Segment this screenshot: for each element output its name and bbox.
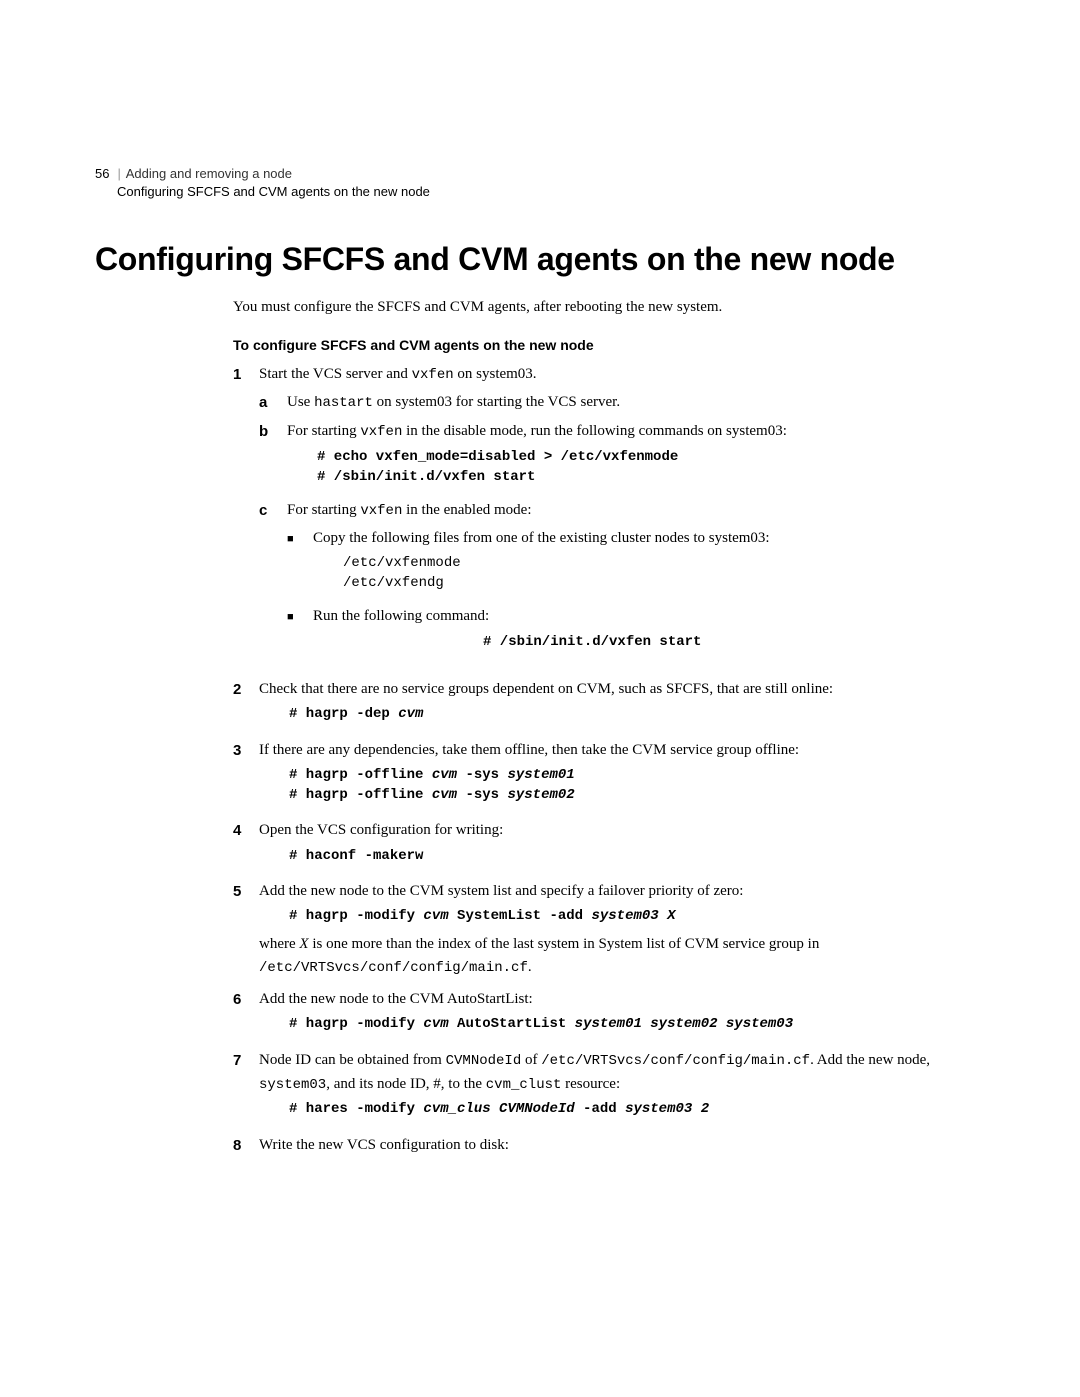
step-text: on system03. [454,366,537,382]
step-number: 7 [233,1049,259,1126]
step-text: resource: [561,1076,620,1092]
substep-text: Use [287,394,314,410]
bullet-icon: ■ [287,527,313,599]
inline-code: vxfen [360,424,402,440]
bullet-text: Copy the following files from one of the… [313,530,770,546]
bullet-item: ■ Copy the following files from one of t… [287,527,965,599]
inline-code: vxfen [412,367,454,383]
command-block: # haconf -makerw [289,847,965,867]
step-text: , and its node ID, #, to the [326,1076,486,1092]
intro-paragraph: You must configure the SFCFS and CVM age… [233,296,965,319]
command-block: # hares -modify cvm_clus CVMNodeId -add … [289,1100,965,1120]
step-text: Start the VCS server and [259,366,412,382]
step-text: Node ID can be obtained from [259,1052,446,1068]
step-6: 6 Add the new node to the CVM AutoStartL… [233,988,965,1041]
inline-path: /etc/VRTSvcs/conf/config/main.cf [541,1053,810,1069]
bullet-text: Run the following command: [313,608,489,624]
step-number: 8 [233,1134,259,1157]
command-block: # hagrp -modify cvm AutoStartList system… [289,1015,965,1035]
document-page: 56| Adding and removing a node Configuri… [0,0,1080,1245]
bullet-list: ■ Copy the following files from one of t… [287,527,965,658]
file-list: /etc/vxfenmode /etc/vxfendg [343,554,965,593]
step-text: of [521,1052,541,1068]
step-text: Add the new node to the CVM AutoStartLis… [259,991,533,1007]
step-text: If there are any dependencies, take them… [259,742,799,758]
step-text: Open the VCS configuration for writing: [259,822,503,838]
command-block: # hagrp -dep cvm [289,705,965,725]
step-text: . [528,959,532,975]
page-title: Configuring SFCFS and CVM agents on the … [95,241,965,278]
step-3: 3 If there are any dependencies, take th… [233,739,965,811]
page-header: 56 | Adding and removing a node Configuri… [95,165,965,201]
inline-code: CVMNodeId [446,1053,522,1069]
step-text: where [259,936,299,952]
step-number: 5 [233,880,259,980]
step-8: 8 Write the new VCS configuration to dis… [233,1134,965,1157]
procedure-heading: To configure SFCFS and CVM agents on the… [233,337,965,353]
variable: X [299,936,308,952]
substep-text: For starting [287,502,360,518]
bullet-icon: ■ [287,605,313,658]
step-number: 2 [233,678,259,731]
procedure-list: 1 Start the VCS server and vxfen on syst… [233,363,965,1157]
inline-code: cvm_clust [486,1077,562,1093]
command-block: # /sbin/init.d/vxfen start [483,633,965,653]
substep-letter: c [259,499,287,664]
substep-text: in the enabled mode: [402,502,531,518]
page-number: 56 [95,165,109,183]
substep-letter: b [259,420,287,493]
step-1: 1 Start the VCS server and vxfen on syst… [233,363,965,670]
bullet-item: ■ Run the following command: # /sbin/ini… [287,605,965,658]
substep-list: a Use hastart on system03 for starting t… [259,391,965,665]
step-number: 3 [233,739,259,811]
step-number: 4 [233,819,259,872]
inline-code: hastart [314,395,373,411]
step-7: 7 Node ID can be obtained from CVMNodeId… [233,1049,965,1126]
command-block: # echo vxfen_mode=disabled > /etc/vxfenm… [317,448,965,487]
step-text: . Add the new node, [810,1052,930,1068]
substep-c: c For starting vxfen in the enabled mode… [259,499,965,664]
step-text: is one more than the index of the last s… [309,936,820,952]
inline-code: system03 [259,1077,326,1093]
step-number: 1 [233,363,259,670]
command-block: # hagrp -offline cvm -sys system01 # hag… [289,766,965,805]
step-number: 6 [233,988,259,1041]
step-text: Write the new VCS configuration to disk: [259,1137,509,1153]
breadcrumb-section: Configuring SFCFS and CVM agents on the … [117,184,430,199]
substep-text: For starting [287,423,360,439]
substep-b: b For starting vxfen in the disable mode… [259,420,965,493]
substep-text: in the disable mode, run the following c… [402,423,787,439]
step-2: 2 Check that there are no service groups… [233,678,965,731]
step-4: 4 Open the VCS configuration for writing… [233,819,965,872]
step-5: 5 Add the new node to the CVM system lis… [233,880,965,980]
inline-code: vxfen [360,503,402,519]
command-block: # hagrp -modify cvm SystemList -add syst… [289,907,965,927]
substep-text: on system03 for starting the VCS server. [373,394,620,410]
substep-a: a Use hastart on system03 for starting t… [259,391,965,415]
inline-path: /etc/VRTSvcs/conf/config/main.cf [259,960,528,976]
substep-letter: a [259,391,287,415]
header-divider: | [117,166,120,181]
step-text: Add the new node to the CVM system list … [259,883,743,899]
breadcrumb-chapter: Adding and removing a node [126,166,292,181]
step-text: Check that there are no service groups d… [259,681,833,697]
